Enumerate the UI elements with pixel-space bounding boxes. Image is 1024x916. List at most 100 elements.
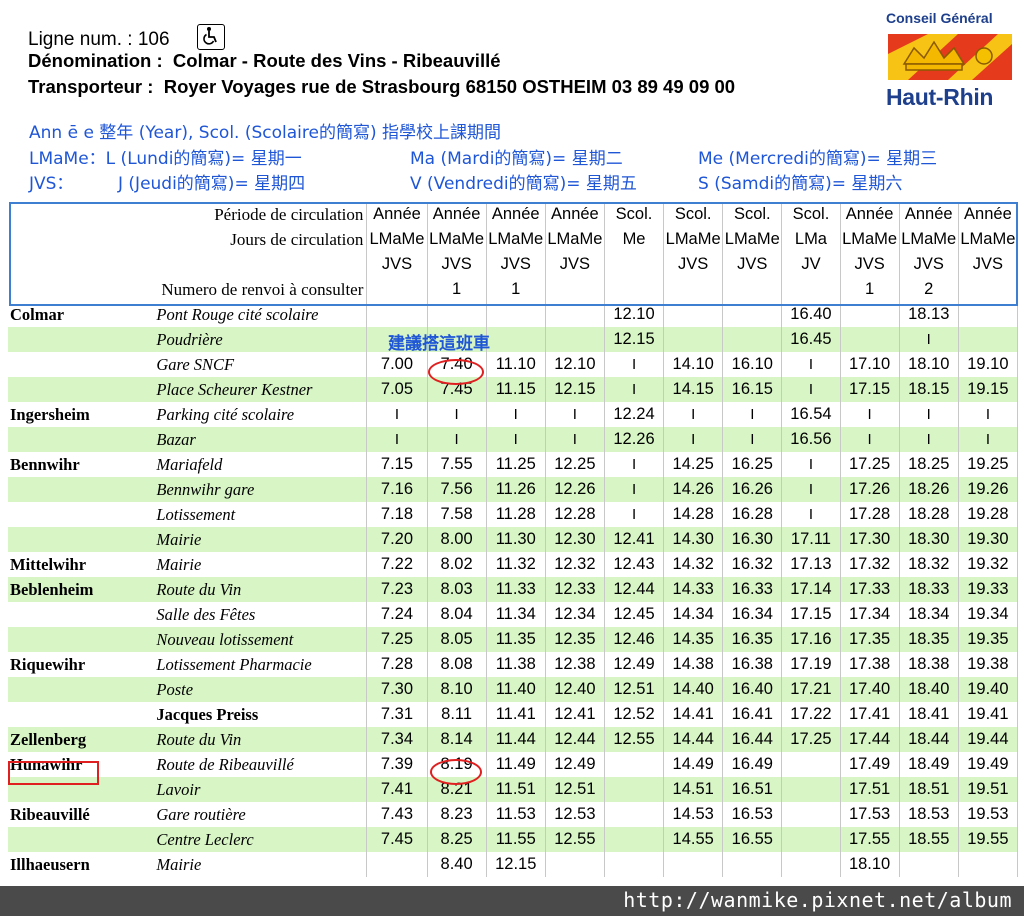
- renvoi-header-cell: [604, 277, 665, 302]
- departure-time: [781, 752, 841, 777]
- table-row: Beblenheim Route du Vin 7.23 8.03 11.33 12.33…: [8, 577, 1019, 602]
- departure-time: 12.44: [604, 577, 665, 602]
- village-name: [8, 502, 157, 527]
- departure-time: 12.35: [545, 627, 605, 652]
- days-header-cell: LMaMe: [663, 227, 724, 252]
- village-name: [8, 777, 157, 802]
- departure-time: [958, 302, 1019, 327]
- departure-time: 12.15: [545, 377, 605, 402]
- departure-time: 8.04: [427, 602, 487, 627]
- departure-time: 12.10: [545, 352, 605, 377]
- departure-time: 11.51: [486, 777, 546, 802]
- stop-name: Mairie: [156, 552, 368, 577]
- departure-time: 11.32: [486, 552, 546, 577]
- departure-time: 12.34: [545, 602, 605, 627]
- departure-time: 12.33: [545, 577, 605, 602]
- departure-time: 18.15: [899, 377, 959, 402]
- note-jvs: JVS：: [29, 174, 74, 194]
- period-header-cell: Année: [427, 202, 487, 227]
- village-name: [8, 377, 157, 402]
- departure-time: 8.25: [427, 827, 487, 852]
- table-row: Lotissement 7.18 7.58 11.28 12.28 I 14.28 16.28…: [8, 502, 1019, 527]
- departure-time: 17.44: [840, 727, 900, 752]
- departure-time: 16.45: [781, 327, 841, 352]
- departure-time: I: [604, 377, 665, 402]
- departure-time: 12.15: [486, 852, 546, 877]
- departure-time: 17.16: [781, 627, 841, 652]
- departure-time: 14.38: [663, 652, 724, 677]
- departure-time: 18.26: [899, 477, 959, 502]
- departure-time: 19.25: [958, 452, 1019, 477]
- departure-time: 11.26: [486, 477, 546, 502]
- days-header-cell: LMaMe: [366, 227, 428, 252]
- departure-time: I: [427, 402, 487, 427]
- departure-time: 17.32: [840, 552, 900, 577]
- departure-time: 19.55: [958, 827, 1019, 852]
- stop-name: Mariafeld: [156, 452, 368, 477]
- stop-name: Mairie: [156, 852, 368, 877]
- departure-time: [781, 827, 841, 852]
- days-header-2-cell: JVS: [486, 252, 546, 277]
- departure-time: 12.53: [545, 802, 605, 827]
- departure-time: I: [366, 402, 428, 427]
- table-row: Bazar I I I I 12.26 I I 16.56 I I I: [8, 427, 1019, 452]
- departure-time: 8.19: [427, 752, 487, 777]
- departure-time: 7.58: [427, 502, 487, 527]
- departure-time: 19.15: [958, 377, 1019, 402]
- departure-time: 16.54: [781, 402, 841, 427]
- departure-time: 12.28: [545, 502, 605, 527]
- table-row: Jacques Preiss 7.31 8.11 11.41 12.41 12.52 14.…: [8, 702, 1019, 727]
- departure-time: I: [958, 402, 1019, 427]
- departure-time: 17.35: [840, 627, 900, 652]
- departure-time: 7.30: [366, 677, 428, 702]
- departure-time: 18.40: [899, 677, 959, 702]
- departure-time: 17.34: [840, 602, 900, 627]
- departure-time: 18.49: [899, 752, 959, 777]
- days-header-2-row: JVS JVS JVS JVS JVS JVS JV JVS JVS JVS: [8, 252, 1019, 277]
- departure-time: 16.40: [722, 677, 783, 702]
- departure-time: 16.25: [722, 452, 783, 477]
- departure-time: 16.33: [722, 577, 783, 602]
- transporteur-row: Transporteur : Royer Voyages rue de Stra…: [28, 76, 735, 98]
- departure-time: 17.41: [840, 702, 900, 727]
- departure-time: 14.15: [663, 377, 724, 402]
- stop-name: Lotissement Pharmacie: [156, 652, 368, 677]
- departure-time: 11.30: [486, 527, 546, 552]
- departure-time: 18.51: [899, 777, 959, 802]
- departure-time: I: [840, 427, 900, 452]
- departure-time: I: [840, 402, 900, 427]
- transporteur-label: Transporteur :: [28, 76, 154, 97]
- period-header-cell: Année: [958, 202, 1019, 227]
- departure-time: 16.38: [722, 652, 783, 677]
- departure-time: I: [545, 402, 605, 427]
- note-mercredi: Me (Mercredi的簡寫)= 星期三: [698, 149, 938, 169]
- period-header-cell: Année: [486, 202, 546, 227]
- table-row: Place Scheurer Kestner 7.05 7.45 11.15 12.15…: [8, 377, 1019, 402]
- table-row: Illhaeusern Mairie 8.40 12.15 18.10: [8, 852, 1019, 877]
- period-header-cell: Scol.: [722, 202, 783, 227]
- departure-time: 17.25: [840, 452, 900, 477]
- departure-time: 14.55: [663, 827, 724, 852]
- departure-time: [366, 852, 428, 877]
- departure-time: 11.28: [486, 502, 546, 527]
- departure-time: 12.26: [545, 477, 605, 502]
- departure-time: I: [427, 427, 487, 452]
- departure-time: 7.24: [366, 602, 428, 627]
- departure-time: 19.53: [958, 802, 1019, 827]
- departure-time: 17.55: [840, 827, 900, 852]
- departure-time: 12.46: [604, 627, 665, 652]
- days-header-label: Jours de circulation: [8, 227, 368, 252]
- days-header-2-cell: JVS: [840, 252, 900, 277]
- stop-name: Place Scheurer Kestner: [156, 377, 368, 402]
- departure-time: I: [958, 427, 1019, 452]
- period-header-cell: Année: [840, 202, 900, 227]
- departure-time: 17.26: [840, 477, 900, 502]
- wheelchair-icon: [196, 24, 225, 50]
- timetable: Période de circulation Année Année Année Ann…: [8, 202, 1019, 877]
- departure-time: 18.30: [899, 527, 959, 552]
- departure-time: [840, 327, 900, 352]
- period-header-cell: Année: [366, 202, 428, 227]
- village-name: [8, 602, 157, 627]
- stop-name: Lotissement: [156, 502, 368, 527]
- departure-time: 7.28: [366, 652, 428, 677]
